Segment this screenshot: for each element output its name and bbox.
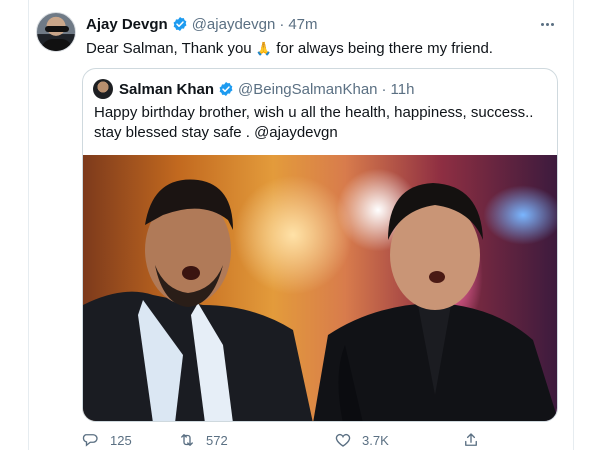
reply-count: 125 (110, 432, 132, 448)
quoted-author-name: Salman Khan (119, 80, 215, 98)
author-avatar[interactable] (36, 12, 76, 52)
quoted-tweet[interactable]: Salman Khan @BeingSalmanKhan · 11h Happy… (82, 68, 558, 422)
heart-icon (335, 433, 351, 447)
author-handle[interactable]: @ajaydevgn (192, 16, 276, 33)
separator-dot: · (381, 80, 387, 98)
folded-hands-emoji: 🙏 (255, 42, 273, 57)
more-dots-icon (540, 22, 544, 26)
quoted-tweet-header: Salman Khan @BeingSalmanKhan · 11h (119, 80, 414, 98)
tweet-text-start: Dear Salman, Thank you (86, 40, 252, 57)
photo-people (83, 179, 557, 421)
quoted-tweet-text: Happy birthday brother, wish u all the h… (94, 104, 534, 141)
tweet-text: Dear Salman, Thank you 🙏 for always bein… (86, 39, 546, 60)
avatar-sunglasses (45, 26, 69, 32)
more-dot (545, 22, 549, 26)
author-name[interactable]: Ajay Devgn (86, 16, 168, 33)
reply-icon (82, 434, 98, 447)
tweet-header: Ajay Devgn @ajaydevgn · 47m (86, 14, 318, 34)
tweet-timestamp[interactable]: 47m (288, 16, 317, 33)
like-button[interactable]: 3.7K (334, 430, 389, 450)
tweet-actions-bar: 125 572 3.7K (82, 430, 502, 450)
more-dot (550, 22, 554, 26)
quoted-tweet-timestamp: 11h (390, 80, 415, 98)
verified-badge-icon (219, 82, 233, 96)
quoted-tweet-photo[interactable] (83, 155, 557, 421)
reply-button[interactable]: 125 (82, 430, 132, 450)
tweet-text-end: for always being there my friend. (276, 40, 493, 57)
verified-badge-icon (173, 17, 187, 31)
retweet-count: 572 (206, 432, 228, 448)
share-icon (465, 433, 477, 446)
avatar-body (41, 39, 73, 51)
quoted-author-avatar (93, 79, 113, 99)
retweet-button[interactable]: 572 (178, 430, 228, 450)
more-options-button[interactable] (536, 14, 558, 34)
share-button[interactable] (462, 430, 480, 450)
like-count: 3.7K (362, 432, 389, 448)
separator-dot: · (279, 15, 285, 33)
quoted-author-handle: @BeingSalmanKhan (238, 80, 378, 98)
retweet-icon (181, 434, 193, 446)
